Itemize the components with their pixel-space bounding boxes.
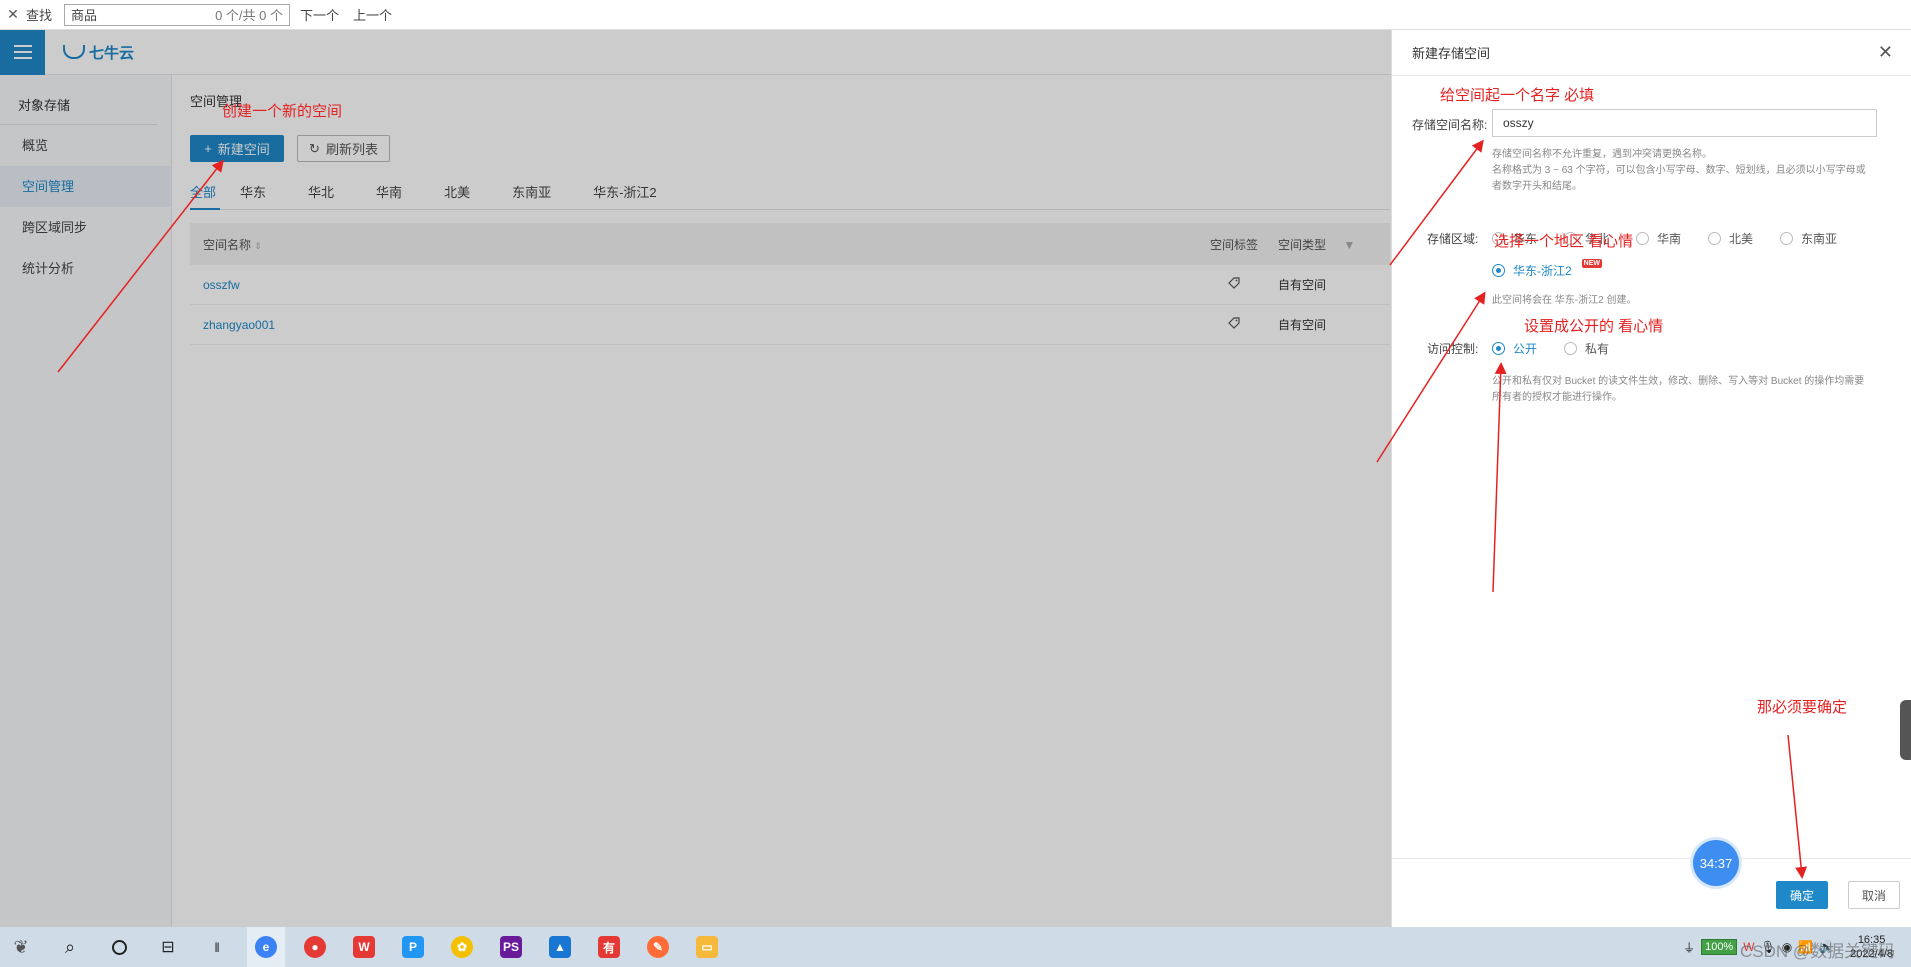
region-hint: 此空间将会在 华东-浙江2 创建。 (1492, 295, 1637, 306)
side-handle[interactable] (1900, 700, 1911, 760)
region-radio-south[interactable]: 华南 (1636, 230, 1681, 247)
create-bucket-drawer: 新建存储空间 ✕ 存储空间名称: osszy 存储空间名称不允许重复，遇到冲突请… (1391, 30, 1911, 927)
region-radio-north-america[interactable]: 北美 (1708, 230, 1753, 247)
task-view-icon[interactable]: ⊟ (149, 927, 187, 967)
youdao-icon[interactable]: 有 (590, 927, 628, 967)
postman-icon[interactable]: ✎ (639, 927, 677, 967)
find-next-button[interactable]: 下一个 (300, 5, 339, 24)
search-icon[interactable]: ⌕ (51, 927, 89, 967)
annotation-access: 设置成公开的 看心情 (1524, 318, 1664, 335)
annotation-create: 创建一个新的空间 (222, 103, 343, 120)
wps-icon[interactable]: W (345, 927, 383, 967)
phpstorm-icon[interactable]: PS (492, 927, 530, 967)
access-hint: 公开和私有仅对 Bucket 的读文件生效，修改、删除、写入等对 Bucket … (1492, 376, 1865, 403)
new-badge: NEW (1581, 259, 1603, 268)
watermark: CSDN @数据关键码农 (1740, 942, 1896, 961)
annotation-region: 选择一个地区 看心情 (1494, 233, 1634, 250)
cortana-icon[interactable] (100, 927, 138, 967)
taskbar-separator-icon: ‖ (214, 939, 220, 955)
bucket-name-label: 存储空间名称: (1412, 118, 1488, 132)
fox-app-icon[interactable]: ✿ (443, 927, 481, 967)
start-icon[interactable]: ❦ (2, 927, 40, 967)
find-query: 商品 (71, 8, 98, 23)
bucket-name-value: osszy (1503, 116, 1534, 130)
access-radio-public[interactable]: 公开 (1492, 340, 1537, 357)
annotation-name: 给空间起一个名字 必填 (1440, 87, 1595, 104)
drawer-footer: 确定 取消 (1392, 858, 1911, 927)
confirm-button[interactable]: 确定 (1776, 881, 1828, 909)
drawer-header: 新建存储空间 ✕ (1392, 30, 1911, 76)
close-icon[interactable]: ✕ (0, 6, 26, 23)
region-radio-east-zhejiang2[interactable]: 华东-浙江2 NEW (1492, 259, 1603, 279)
find-count: 0 个/共 0 个 (215, 8, 284, 23)
battery-indicator[interactable]: 100% (1701, 939, 1738, 955)
access-radio-private[interactable]: 私有 (1564, 340, 1609, 357)
plug-icon[interactable]: ⏚ (1683, 939, 1695, 956)
find-prev-button[interactable]: 上一个 (353, 5, 392, 24)
browser-icon[interactable]: e (247, 927, 285, 967)
bucket-name-input[interactable]: osszy (1492, 109, 1877, 137)
chrome-icon[interactable]: ● (296, 927, 334, 967)
file-explorer-icon[interactable]: ▭ (688, 927, 726, 967)
taskbar: ❦ ⌕ ⊟ ‖ e ● W P ✿ PS ▲ 有 ✎ ▭ ⏚ 100% W 🎙 … (0, 927, 1911, 967)
cancel-button[interactable]: 取消 (1848, 881, 1900, 909)
drawer-title: 新建存储空间 (1412, 46, 1491, 61)
access-label: 访问控制: (1427, 342, 1479, 356)
modal-overlay[interactable] (0, 30, 1391, 927)
region-radio-southeast-asia[interactable]: 东南亚 (1780, 230, 1837, 247)
annotation-confirm: 那必须要确定 (1757, 699, 1848, 716)
region-label: 存储区域: (1427, 232, 1479, 246)
lanhu-icon[interactable]: ▲ (541, 927, 579, 967)
close-icon[interactable]: ✕ (1878, 42, 1893, 63)
timer-badge[interactable]: 34:37 (1693, 840, 1739, 886)
bucket-name-hint: 存储空间名称不允许重复，遇到冲突请更换名称。 名称格式为 3 ~ 63 个字符，… (1492, 149, 1866, 192)
find-input[interactable]: 商品 0 个/共 0 个 (64, 3, 291, 26)
p-app-icon[interactable]: P (394, 927, 432, 967)
find-label: 查找 (26, 8, 53, 23)
find-bar: ✕ 查找 商品 0 个/共 0 个 下一个 上一个 (0, 0, 1911, 30)
